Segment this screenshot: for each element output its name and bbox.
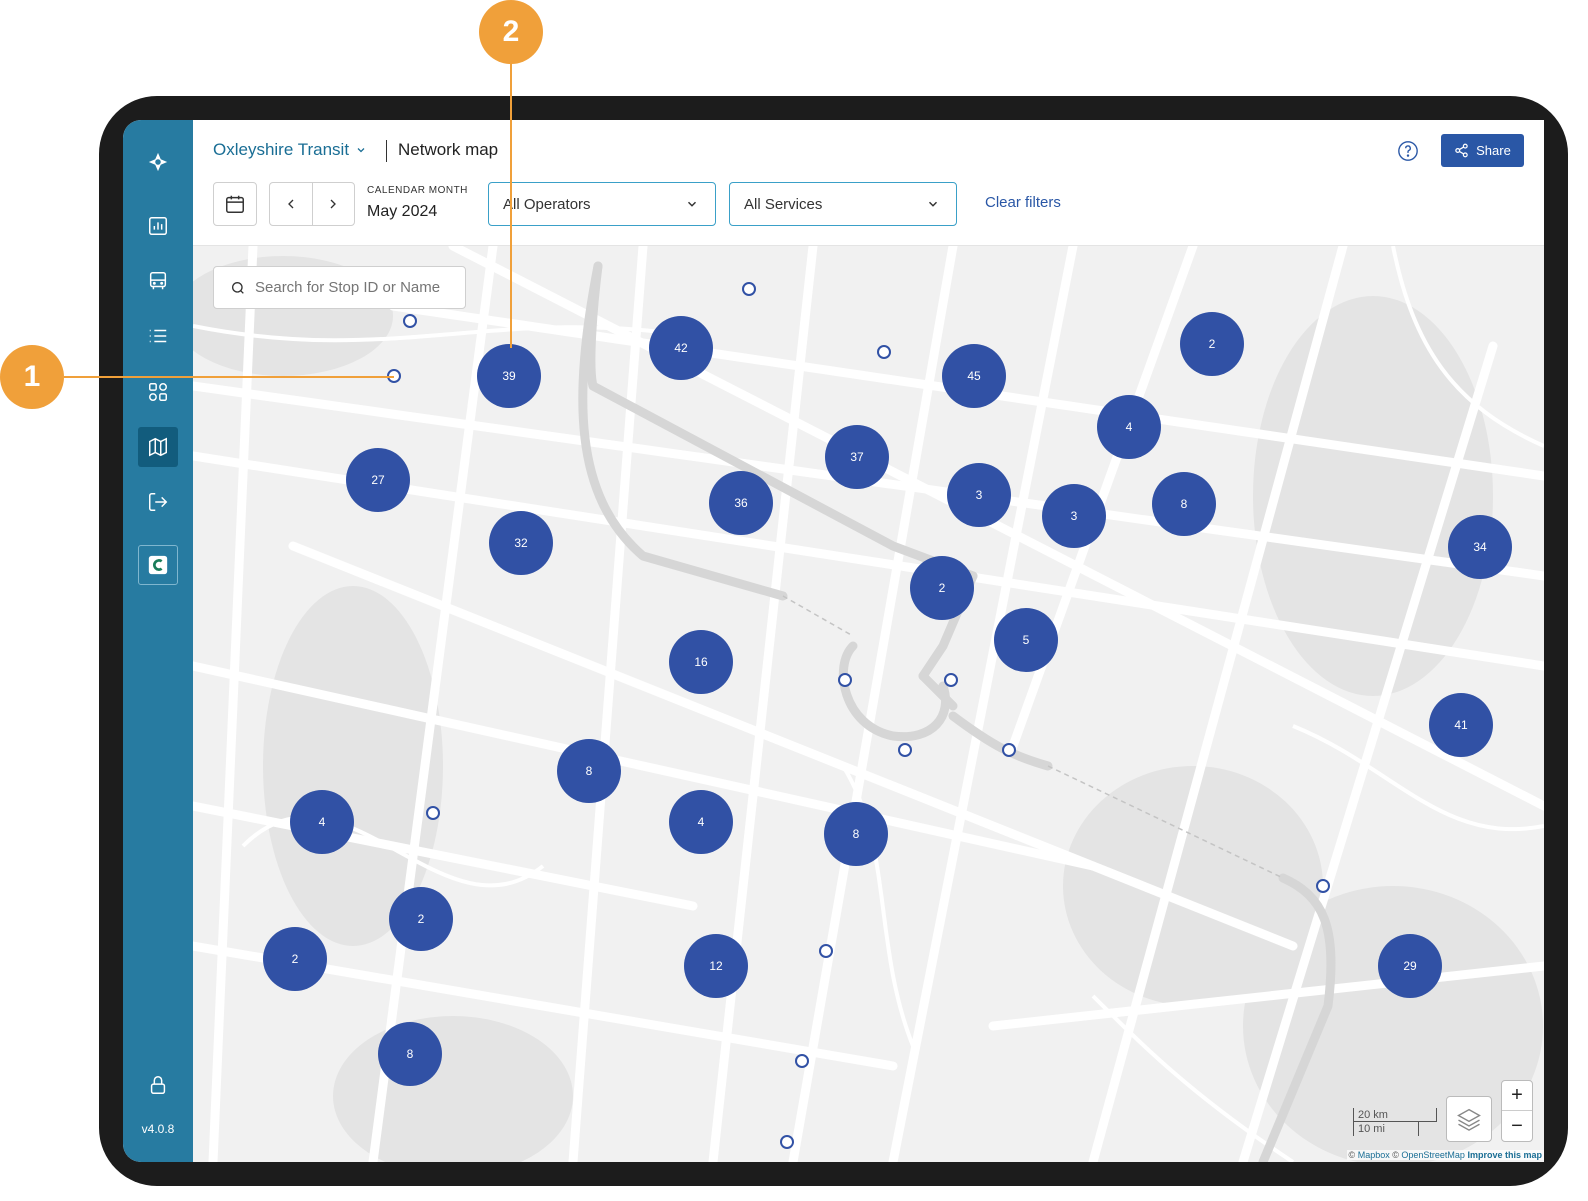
stop-cluster[interactable]: 4 — [1097, 395, 1161, 459]
stop-marker[interactable] — [795, 1054, 809, 1068]
scale-metric: 20 km — [1353, 1108, 1437, 1122]
stop-cluster[interactable]: 12 — [684, 934, 748, 998]
month-navigation — [269, 182, 355, 226]
app-version: v4.0.8 — [141, 1122, 175, 1136]
stop-cluster[interactable]: 3 — [1042, 484, 1106, 548]
stop-cluster[interactable]: 34 — [1448, 515, 1512, 579]
stop-cluster[interactable]: 8 — [557, 739, 621, 803]
stop-cluster[interactable]: 2 — [389, 887, 453, 951]
stop-cluster[interactable]: 39 — [477, 344, 541, 408]
stop-marker[interactable] — [780, 1135, 794, 1149]
help-icon[interactable] — [1397, 140, 1419, 162]
map-icon[interactable] — [138, 427, 178, 467]
page-title: Network map — [398, 140, 499, 159]
org-name: Oxleyshire Transit — [213, 140, 350, 159]
layers-button[interactable] — [1446, 1096, 1492, 1142]
share-icon — [1455, 143, 1468, 158]
calendar-button[interactable] — [213, 182, 257, 226]
stop-cluster[interactable]: 4 — [290, 790, 354, 854]
stop-cluster[interactable]: 45 — [942, 344, 1006, 408]
map-scale: 20 km 10 mi — [1353, 1108, 1437, 1136]
network-map[interactable]: 42 39 45 2 4 37 27 36 3 3 8 32 34 2 5 16… — [193, 246, 1544, 1162]
chevron-down-icon — [357, 148, 365, 153]
share-label: Share — [1476, 143, 1511, 158]
stop-marker[interactable] — [838, 673, 852, 687]
header: Oxleyshire Transit Network map Share CAL… — [193, 120, 1544, 246]
stop-cluster[interactable]: 29 — [1378, 934, 1442, 998]
stop-search[interactable] — [213, 266, 466, 309]
callout-line-2 — [510, 62, 512, 348]
callout-badge-2: 2 — [479, 0, 543, 64]
improve-map-link[interactable]: Improve this map — [1467, 1150, 1542, 1160]
services-select[interactable]: All Services — [729, 182, 957, 226]
stop-marker[interactable] — [403, 314, 417, 328]
prev-month-button[interactable] — [270, 183, 313, 225]
stop-cluster[interactable]: 16 — [669, 630, 733, 694]
operators-select[interactable]: All Operators — [488, 182, 716, 226]
stop-cluster[interactable]: 2 — [1180, 312, 1244, 376]
stop-marker[interactable] — [1316, 879, 1330, 893]
stop-cluster[interactable]: 8 — [1152, 472, 1216, 536]
attribution-copyright: © — [1392, 1150, 1399, 1160]
title-divider — [386, 140, 387, 162]
stop-cluster[interactable]: 2 — [263, 927, 327, 991]
mapbox-link[interactable]: Mapbox — [1358, 1150, 1390, 1160]
month-value: May 2024 — [367, 203, 438, 220]
chevron-right-icon — [330, 199, 337, 209]
chart-icon[interactable] — [138, 206, 178, 246]
stop-cluster[interactable]: 2 — [910, 556, 974, 620]
stop-cluster[interactable]: 36 — [709, 471, 773, 535]
search-icon — [232, 281, 244, 294]
zoom-control: + − — [1501, 1080, 1533, 1142]
stop-marker[interactable] — [898, 743, 912, 757]
stop-marker[interactable] — [877, 345, 891, 359]
chevron-left-icon — [287, 199, 294, 209]
stop-marker[interactable] — [426, 806, 440, 820]
search-input[interactable] — [255, 279, 455, 296]
stop-cluster[interactable]: 32 — [489, 511, 553, 575]
services-value: All Services — [744, 195, 823, 213]
next-month-button[interactable] — [313, 183, 355, 225]
stop-marker[interactable] — [1002, 743, 1016, 757]
month-label: CALENDAR MONTH — [367, 185, 468, 196]
stop-cluster[interactable]: 42 — [649, 316, 713, 380]
lock-icon[interactable] — [138, 1065, 178, 1105]
attribution-copyright: © — [1348, 1150, 1356, 1160]
stop-cluster[interactable]: 41 — [1429, 693, 1493, 757]
clear-filters-link[interactable]: Clear filters — [985, 194, 1061, 211]
share-button[interactable]: Share — [1441, 134, 1524, 167]
list-icon[interactable] — [138, 316, 178, 356]
apps-icon[interactable] — [138, 372, 178, 412]
map-attribution: © Mapbox © OpenStreetMap Improve this ma… — [1346, 1150, 1544, 1160]
osm-link[interactable]: OpenStreetMap — [1401, 1150, 1465, 1160]
chevron-down-icon — [928, 201, 938, 207]
sidebar: v4.0.8 — [123, 120, 193, 1162]
zoom-out-button[interactable]: − — [1502, 1111, 1532, 1141]
logo-icon[interactable] — [138, 142, 178, 182]
stop-cluster[interactable]: 4 — [669, 790, 733, 854]
stop-marker[interactable] — [944, 673, 958, 687]
calendar-icon — [226, 195, 244, 213]
bus-icon[interactable] — [138, 261, 178, 301]
layers-icon — [1457, 1108, 1481, 1131]
app-badge-icon[interactable] — [138, 545, 178, 585]
callout-badge-1: 1 — [0, 345, 64, 409]
stop-marker[interactable] — [742, 282, 756, 296]
stop-cluster[interactable]: 3 — [947, 463, 1011, 527]
chevron-down-icon — [687, 201, 697, 207]
zoom-in-button[interactable]: + — [1502, 1081, 1532, 1111]
operators-value: All Operators — [503, 195, 591, 213]
stop-cluster[interactable]: 8 — [378, 1022, 442, 1086]
stop-cluster[interactable]: 8 — [824, 802, 888, 866]
stop-cluster[interactable]: 37 — [825, 425, 889, 489]
stop-cluster[interactable]: 27 — [346, 448, 410, 512]
callout-line-1 — [64, 376, 394, 378]
org-selector[interactable]: Oxleyshire Transit — [213, 140, 367, 160]
logout-icon[interactable] — [138, 482, 178, 522]
stop-marker[interactable] — [819, 944, 833, 958]
scale-imperial: 10 mi — [1353, 1122, 1419, 1136]
app-screen: v4.0.8 Oxleyshire Transit Network map Sh… — [123, 120, 1544, 1162]
stop-cluster[interactable]: 5 — [994, 608, 1058, 672]
